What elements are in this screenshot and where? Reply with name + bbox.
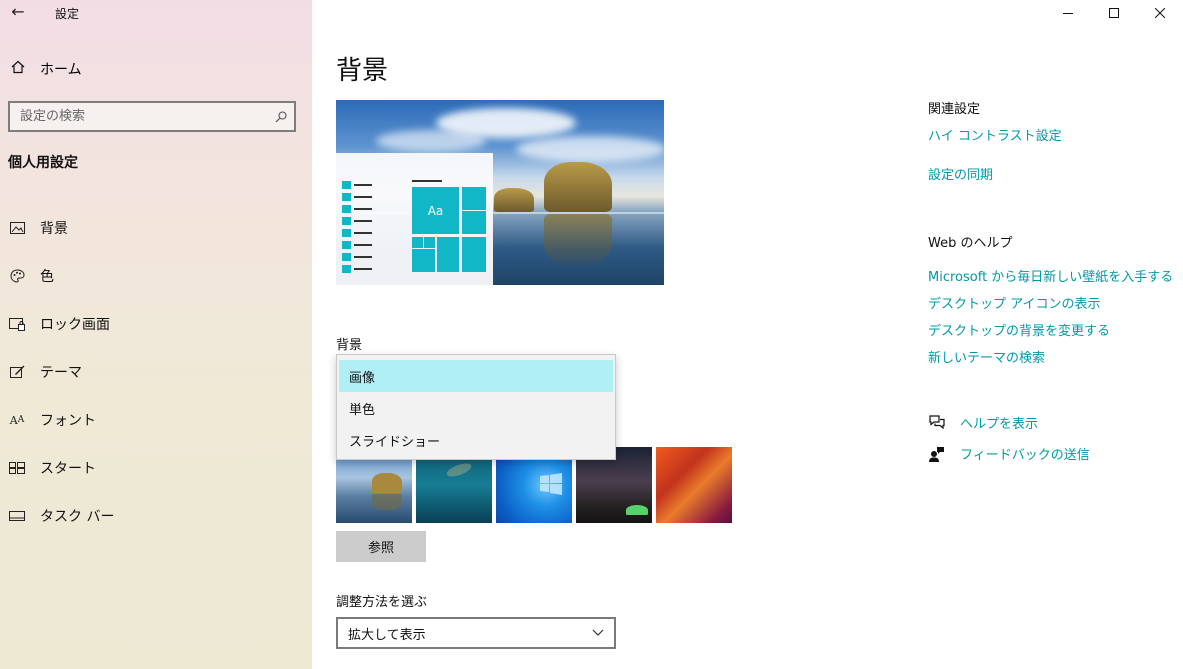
send-feedback-label: フィードバックの送信: [960, 448, 1090, 463]
page-title: 背景: [336, 56, 389, 86]
preview-desktop-mock: Aa: [336, 153, 493, 285]
preview-rock: [544, 162, 612, 212]
search-icon[interactable]: [268, 103, 294, 130]
get-help-label: ヘルプを表示: [960, 417, 1039, 432]
preview-tile: Aa: [412, 187, 459, 234]
fit-dropdown-value: 拡大して表示: [348, 627, 426, 643]
home-label: ホーム: [40, 62, 82, 78]
start-icon: [8, 460, 26, 476]
web-help-heading: Web のヘルプ: [928, 236, 1013, 251]
sidebar-item-home[interactable]: ホーム: [8, 58, 82, 80]
preview-rock: [494, 188, 534, 212]
sidebar-item-font[interactable]: AA フォント: [0, 396, 312, 444]
window-controls: [1045, 0, 1183, 26]
preview-bar: [412, 180, 442, 182]
preview-tile: [412, 237, 423, 248]
sidebar-item-label: テーマ: [40, 365, 82, 381]
preview-cloud: [516, 136, 664, 162]
dropdown-option-picture[interactable]: 画像: [339, 360, 613, 392]
sidebar-item-label: フォント: [40, 413, 96, 429]
preview-tile: [424, 237, 435, 248]
sidebar-item-label: スタート: [40, 461, 96, 477]
background-preview: Aa: [336, 100, 664, 285]
minimize-icon[interactable]: [1045, 0, 1091, 26]
sidebar: ← 設定 ホーム 個人用設定 背景 色: [0, 0, 312, 669]
recent-picture-thumbnail[interactable]: [656, 447, 732, 523]
preview-reflection: [544, 214, 612, 266]
dropdown-option-slideshow[interactable]: スライドショー: [337, 424, 615, 456]
sidebar-item-start[interactable]: スタート: [0, 444, 312, 492]
search-box[interactable]: [8, 101, 296, 132]
sidebar-item-lock-screen[interactable]: ロック画面: [0, 300, 312, 348]
title-bar: ← 設定: [0, 0, 312, 26]
sidebar-item-color[interactable]: 色: [0, 252, 312, 300]
preview-tile: [462, 237, 486, 272]
font-icon: AA: [9, 413, 25, 427]
sidebar-item-label: タスク バー: [40, 509, 115, 525]
background-type-label: 背景: [336, 338, 363, 353]
taskbar-icon: [8, 508, 26, 524]
sidebar-item-label: 色: [40, 269, 54, 285]
browse-button[interactable]: 参照: [336, 531, 426, 562]
picture-icon: [8, 220, 26, 236]
preview-tile: [412, 249, 435, 272]
daily-wallpaper-link[interactable]: Microsoft から毎日新しい壁紙を入手する: [928, 266, 1173, 285]
feedback-icon: [928, 445, 946, 463]
chevron-down-icon: [582, 626, 614, 640]
find-themes-link[interactable]: 新しいテーマの検索: [928, 347, 1045, 366]
background-type-dropdown[interactable]: 画像 単色 スライドショー: [336, 354, 616, 460]
back-arrow-icon[interactable]: ←: [8, 2, 28, 22]
close-icon[interactable]: [1137, 0, 1183, 26]
fit-dropdown[interactable]: 拡大して表示: [336, 617, 616, 649]
related-settings-heading: 関連設定: [928, 102, 981, 117]
preview-start-list: [342, 179, 372, 275]
preview-tile: [462, 187, 486, 210]
sidebar-nav: 背景 色 ロック画面 テーマ AA フォント スタート タスク バー: [0, 204, 312, 540]
change-background-link[interactable]: デスクトップの背景を変更する: [928, 320, 1110, 339]
sidebar-item-theme[interactable]: テーマ: [0, 348, 312, 396]
dropdown-option-solid-color[interactable]: 単色: [337, 392, 615, 424]
search-input[interactable]: [10, 103, 268, 130]
theme-icon: [8, 364, 26, 380]
help-chat-icon: [928, 414, 946, 432]
palette-icon: [8, 268, 26, 284]
preview-cloud: [376, 130, 486, 152]
preview-tile: [437, 237, 459, 272]
fit-label: 調整方法を選ぶ: [336, 595, 428, 610]
get-help-link[interactable]: ヘルプを表示: [928, 413, 1038, 432]
sync-settings-link[interactable]: 設定の同期: [928, 164, 993, 183]
sidebar-item-label: 背景: [40, 221, 68, 237]
section-title: 個人用設定: [8, 155, 78, 171]
lock-screen-icon: [8, 316, 26, 332]
send-feedback-link[interactable]: フィードバックの送信: [928, 444, 1090, 463]
desktop-icons-link[interactable]: デスクトップ アイコンの表示: [928, 293, 1100, 312]
high-contrast-link[interactable]: ハイ コントラスト設定: [928, 125, 1062, 144]
home-icon: [8, 60, 28, 78]
maximize-icon[interactable]: [1091, 0, 1137, 26]
sidebar-item-label: ロック画面: [40, 317, 110, 333]
app-title: 設定: [55, 7, 80, 21]
preview-tile: [462, 211, 486, 234]
sidebar-item-taskbar[interactable]: タスク バー: [0, 492, 312, 540]
sidebar-item-background[interactable]: 背景: [0, 204, 312, 252]
